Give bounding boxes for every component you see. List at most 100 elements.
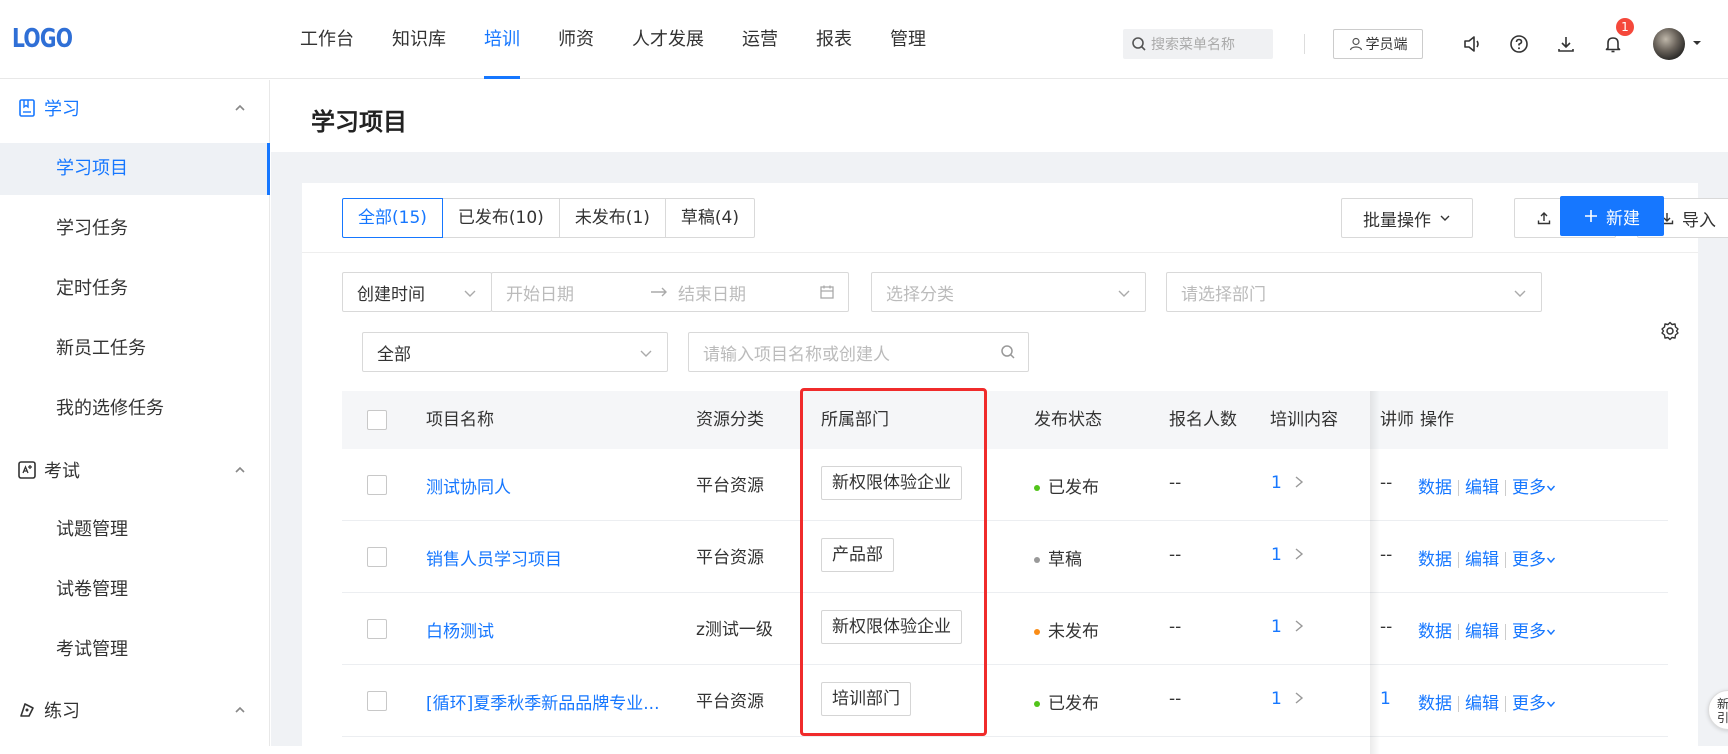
- chevron-down-icon: [640, 350, 652, 357]
- tab-draft[interactable]: 草稿(4): [664, 198, 755, 238]
- time-type-select[interactable]: 创建时间: [342, 272, 492, 312]
- project-name-link[interactable]: [循环]夏季秋季新品品牌专业...: [426, 689, 659, 714]
- nav-item-teachers[interactable]: 师资: [558, 0, 594, 79]
- nav-item-workbench[interactable]: 工作台: [300, 0, 354, 79]
- nav-item-reports[interactable]: 报表: [816, 0, 852, 79]
- plus-icon: [1585, 210, 1597, 222]
- sidebar-group-label: 学习: [44, 99, 80, 120]
- keyword-search-input[interactable]: 请输入项目名称或创建人: [688, 332, 1029, 372]
- content-count-link[interactable]: 1: [1271, 617, 1304, 637]
- row-checkbox[interactable]: [367, 619, 387, 639]
- more-link[interactable]: 更多: [1512, 550, 1556, 570]
- nav-item-operation[interactable]: 运营: [742, 0, 778, 79]
- more-link[interactable]: 更多: [1512, 622, 1556, 642]
- edit-link[interactable]: 编辑: [1465, 478, 1499, 498]
- edit-link[interactable]: 编辑: [1465, 694, 1499, 714]
- sidebar: 学习 学习项目 学习任务 定时任务 新员工任务 我的选修任务 考试 试题管理 试…: [0, 80, 270, 746]
- chevron-right-icon: [1295, 692, 1303, 704]
- status-badge: 未发布: [1034, 617, 1099, 642]
- row-checkbox[interactable]: [367, 475, 387, 495]
- more-label: 更多: [1512, 478, 1546, 498]
- batch-operation-button[interactable]: 批量操作: [1341, 198, 1473, 238]
- sidebar-item-elective[interactable]: 我的选修任务: [0, 383, 270, 435]
- help-icon[interactable]: [1507, 32, 1531, 56]
- chevron-down-icon: [1546, 701, 1556, 708]
- divider: [1505, 624, 1506, 640]
- select-all-checkbox[interactable]: [367, 410, 387, 430]
- time-type-value: 创建时间: [357, 284, 425, 305]
- divider: [1458, 624, 1459, 640]
- scope-select[interactable]: 全部: [362, 332, 668, 372]
- data-link[interactable]: 数据: [1418, 622, 1452, 642]
- tab-published[interactable]: 已发布(10): [441, 198, 560, 238]
- sidebar-group-exam[interactable]: 考试: [0, 442, 270, 498]
- create-label: 新建: [1606, 208, 1640, 229]
- divider: [302, 252, 1698, 253]
- more-link[interactable]: 更多: [1512, 694, 1556, 714]
- edit-link[interactable]: 编辑: [1465, 550, 1499, 570]
- enroll-count: --: [1169, 473, 1182, 493]
- sidebar-item-newbie[interactable]: 新员工任务: [0, 323, 270, 375]
- date-range-picker[interactable]: 开始日期 结束日期: [491, 272, 849, 312]
- nav-item-manage[interactable]: 管理: [890, 0, 926, 79]
- logo: LOGO: [12, 24, 73, 54]
- data-link[interactable]: 数据: [1418, 550, 1452, 570]
- table-row: 测试协同人 平台资源 新权限体验企业 已发布 -- 1 -- 数据 编辑 更多: [342, 449, 1668, 521]
- row-operations: 数据 编辑 更多: [1418, 689, 1556, 714]
- chevron-up-icon: [235, 466, 245, 473]
- chevron-down-icon: [464, 290, 476, 297]
- content-count-link[interactable]: 1: [1271, 689, 1304, 709]
- student-portal-button[interactable]: 学员端: [1333, 29, 1423, 59]
- search-icon: [1132, 37, 1146, 51]
- nav-item-knowledge[interactable]: 知识库: [392, 0, 446, 79]
- status-label: 未发布: [1048, 622, 1099, 642]
- data-link[interactable]: 数据: [1418, 478, 1452, 498]
- sidebar-group-practice[interactable]: 练习: [0, 682, 270, 738]
- status-dot: [1034, 485, 1040, 491]
- sidebar-item-papers[interactable]: 试卷管理: [0, 564, 270, 616]
- edit-link[interactable]: 编辑: [1465, 622, 1499, 642]
- tab-all[interactable]: 全部(15): [342, 198, 443, 238]
- download-icon[interactable]: [1554, 32, 1578, 56]
- nav-item-training[interactable]: 培训: [484, 0, 520, 79]
- content-count: 1: [1271, 545, 1282, 565]
- content-count-link[interactable]: 1: [1271, 545, 1304, 565]
- content-card: 全部(15) 已发布(10) 未发布(1) 草稿(4) 批量操作 导出 导入 创…: [302, 183, 1728, 754]
- row-checkbox[interactable]: [367, 547, 387, 567]
- project-name-link[interactable]: 测试协同人: [426, 473, 511, 498]
- lecturer-count-link[interactable]: 1: [1380, 689, 1391, 709]
- divider: [1505, 696, 1506, 712]
- tab-unpublished[interactable]: 未发布(1): [558, 198, 666, 238]
- menu-search-input[interactable]: 搜索菜单名称: [1123, 29, 1273, 59]
- more-link[interactable]: 更多: [1512, 478, 1556, 498]
- category-placeholder: 选择分类: [886, 284, 954, 305]
- divider: [1505, 552, 1506, 568]
- create-button[interactable]: 新建: [1560, 196, 1664, 236]
- project-name-link[interactable]: 白杨测试: [426, 617, 494, 642]
- project-name-link[interactable]: 销售人员学习项目: [426, 545, 562, 570]
- sidebar-item-exams[interactable]: 考试管理: [0, 624, 270, 676]
- category-select[interactable]: 选择分类: [871, 272, 1146, 312]
- sidebar-group-label: 考试: [44, 461, 80, 482]
- department-select[interactable]: 请选择部门: [1166, 272, 1542, 312]
- avatar[interactable]: [1653, 28, 1685, 60]
- more-label: 更多: [1512, 694, 1546, 714]
- content-count-link[interactable]: 1: [1271, 473, 1304, 493]
- sidebar-item-tasks[interactable]: 学习任务: [0, 203, 270, 255]
- caret-down-icon[interactable]: [1692, 38, 1702, 48]
- gear-icon[interactable]: [1660, 321, 1680, 341]
- data-link[interactable]: 数据: [1418, 694, 1452, 714]
- status-label: 已发布: [1048, 694, 1099, 714]
- row-checkbox[interactable]: [367, 691, 387, 711]
- speaker-icon[interactable]: [1460, 32, 1484, 56]
- sidebar-item-scheduled[interactable]: 定时任务: [0, 263, 270, 315]
- sidebar-item-questions[interactable]: 试题管理: [0, 504, 270, 556]
- content-count: 1: [1271, 617, 1282, 637]
- nav-item-talent[interactable]: 人才发展: [632, 0, 704, 79]
- sidebar-item-projects[interactable]: 学习项目: [0, 143, 270, 195]
- status-badge: 草稿: [1034, 545, 1082, 570]
- start-date-placeholder: 开始日期: [506, 284, 574, 305]
- status-dot: [1034, 701, 1040, 707]
- chevron-down-icon: [1440, 215, 1450, 221]
- sidebar-group-study[interactable]: 学习: [0, 80, 270, 136]
